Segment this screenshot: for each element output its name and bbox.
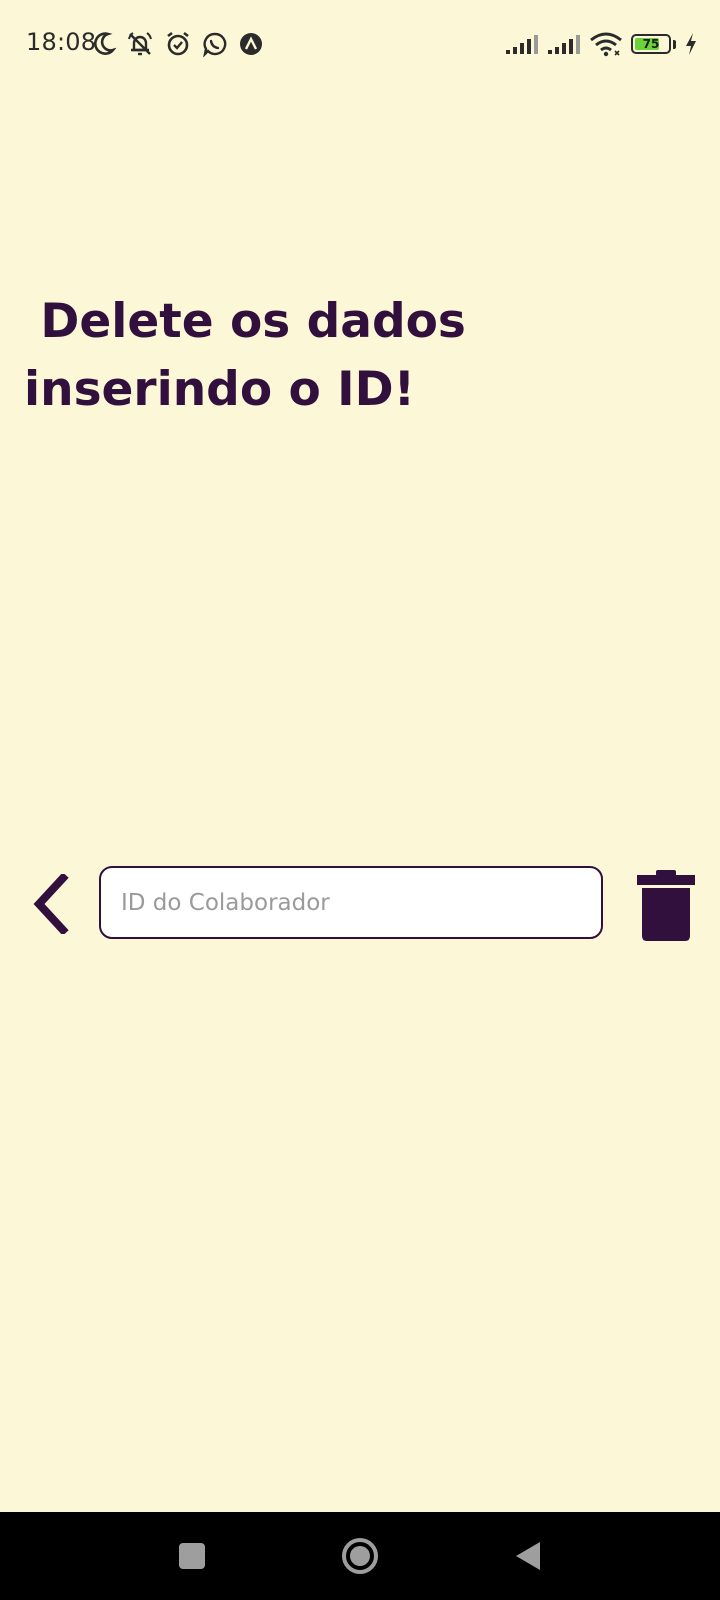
battery-tip <box>673 39 676 49</box>
square-icon <box>179 1543 205 1569</box>
whatsapp-icon <box>202 31 228 58</box>
wifi-icon <box>589 31 623 57</box>
circle-icon <box>342 1538 378 1574</box>
page-title: Delete os dados inserindo o ID! <box>24 294 483 417</box>
signal-icon <box>505 33 539 55</box>
delete-button[interactable] <box>637 870 695 942</box>
trash-icon <box>637 870 695 941</box>
screen: 18:08 Delete os dados inserindo o ID! ID… <box>0 0 720 1600</box>
status-bar: 18:08 <box>0 0 720 88</box>
status-time: 18:08 <box>26 28 97 56</box>
battery-icon: 75 <box>631 34 671 54</box>
alarm-icon <box>164 30 192 58</box>
back-button[interactable] <box>30 872 72 936</box>
recents-button[interactable] <box>152 1512 232 1600</box>
home-button[interactable] <box>320 1512 400 1600</box>
id-input-container <box>99 866 603 939</box>
signal-icon <box>547 33 581 55</box>
moon-icon <box>92 31 117 57</box>
charging-icon <box>684 32 698 56</box>
triangle-back-icon <box>516 1542 540 1570</box>
app-icon <box>238 31 264 57</box>
id-colaborador-input[interactable] <box>101 868 601 937</box>
navigation-bar <box>0 1512 720 1600</box>
chevron-left-icon <box>33 872 69 936</box>
status-left-icons <box>92 28 264 60</box>
notifications-off-icon <box>126 30 154 58</box>
system-back-button[interactable] <box>488 1512 568 1600</box>
status-right-icons: 75 <box>505 28 698 60</box>
